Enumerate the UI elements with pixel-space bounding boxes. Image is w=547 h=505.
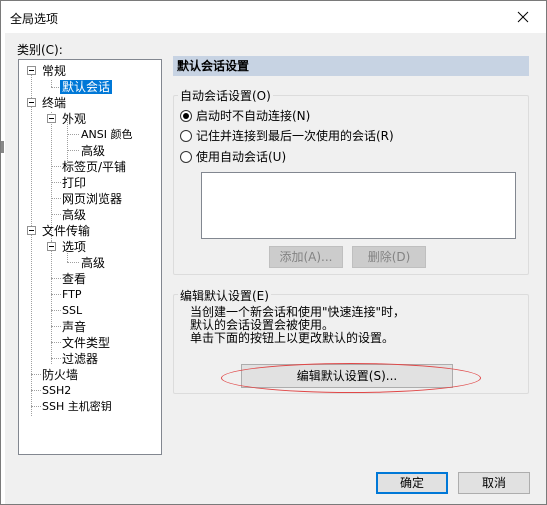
tree-item-options[interactable]: 选项	[62, 239, 86, 255]
tree-item-firewall[interactable]: 防火墙	[42, 367, 78, 383]
title-bar: 全局选项	[1, 1, 546, 33]
tree-item-terminal-advanced[interactable]: 高级	[62, 207, 86, 223]
tree-item-sound[interactable]: 声音	[62, 319, 86, 335]
tree-connector	[51, 182, 61, 183]
tree-connector	[51, 278, 61, 279]
tree-item-ssh2[interactable]: SSH2	[42, 383, 71, 399]
tree-item-filters[interactable]: 过滤器	[62, 351, 98, 367]
cancel-button[interactable]: 取消	[458, 472, 530, 494]
panel-title: 默认会话设置	[173, 56, 529, 76]
tree-item-print[interactable]: 打印	[62, 175, 86, 191]
tree-item-ssl[interactable]: SSL	[62, 303, 82, 319]
tree-connector	[51, 214, 61, 215]
radio-indicator	[180, 110, 192, 122]
tree-connector	[67, 134, 79, 135]
tree-connector	[51, 198, 61, 199]
tree-item-ftp[interactable]: FTP	[62, 287, 82, 303]
collapse-icon[interactable]	[47, 242, 56, 251]
collapse-icon[interactable]	[27, 98, 36, 107]
tree-connector	[51, 310, 61, 311]
tree-item-file-transfer[interactable]: 文件传输	[42, 223, 90, 239]
tree-connector	[31, 72, 32, 416]
tree-item-ssh-host-keys[interactable]: SSH 主机密钥	[42, 399, 112, 415]
tree-item-general[interactable]: 常规	[42, 63, 66, 79]
radio-indicator	[180, 130, 192, 142]
tree-connector	[31, 406, 41, 407]
category-tree[interactable]: 常规 默认会话 终端 外观 ANSI 颜色 高级 标签页/平铺 打印 网页浏览器…	[18, 59, 162, 455]
tree-connector	[51, 294, 61, 295]
auto-session-list[interactable]	[201, 172, 516, 239]
collapse-icon[interactable]	[47, 114, 56, 123]
category-label: 类别(C):	[17, 43, 63, 57]
tree-item-ansi-colors[interactable]: ANSI 颜色	[81, 127, 132, 143]
window-title: 全局选项	[10, 12, 59, 26]
tree-item-options-advanced[interactable]: 高级	[81, 255, 105, 271]
ok-button[interactable]: 确定	[376, 472, 448, 494]
auto-session-group-label: 自动会话设置(O)	[178, 87, 273, 104]
edge-mark	[1, 141, 4, 153]
collapse-icon[interactable]	[27, 226, 36, 235]
tree-item-appearance-advanced[interactable]: 高级	[81, 143, 105, 159]
tree-connector	[67, 262, 79, 263]
global-options-dialog: 全局选项 类别(C): 常规 默认会话 终端 外观 ANSI 颜色 高级 标签页…	[0, 0, 547, 505]
add-button[interactable]: 添加(A)...	[269, 246, 343, 268]
close-icon	[517, 11, 529, 22]
tree-connector	[51, 342, 61, 343]
close-button[interactable]	[500, 1, 546, 32]
tree-item-appearance[interactable]: 外观	[62, 111, 86, 127]
tree-item-tabs-tiling[interactable]: 标签页/平铺	[62, 159, 126, 175]
tree-item-web-browser[interactable]: 网页浏览器	[62, 191, 122, 207]
tree-connector	[67, 150, 79, 151]
tree-connector	[51, 326, 61, 327]
tree-connector	[31, 374, 41, 375]
tree-connector	[51, 358, 61, 359]
delete-button[interactable]: 删除(D)	[352, 246, 426, 268]
tree-connector	[51, 240, 52, 364]
edit-defaults-button[interactable]: 编辑默认设置(S)...	[241, 364, 453, 388]
window-left-edge	[1, 33, 5, 504]
tree-item-view[interactable]: 查看	[62, 271, 86, 287]
edit-defaults-description: 当创建一个新会话和使用"快速连接"时， 默认的会话设置会被使用。 单击下面的按钮…	[190, 306, 405, 345]
tree-connector	[31, 390, 41, 391]
tree-connector	[51, 166, 61, 167]
collapse-icon[interactable]	[27, 66, 36, 75]
tree-item-file-types[interactable]: 文件类型	[62, 335, 110, 351]
tree-item-default-session[interactable]: 默认会话	[60, 79, 113, 95]
tree-connector	[51, 80, 52, 87]
edit-defaults-group-label: 编辑默认设置(E)	[178, 287, 271, 304]
radio-indicator	[180, 151, 192, 163]
description-line: 单击下面的按钮上以更改默认的设置。	[190, 331, 395, 345]
tree-item-terminal[interactable]: 终端	[42, 95, 66, 111]
